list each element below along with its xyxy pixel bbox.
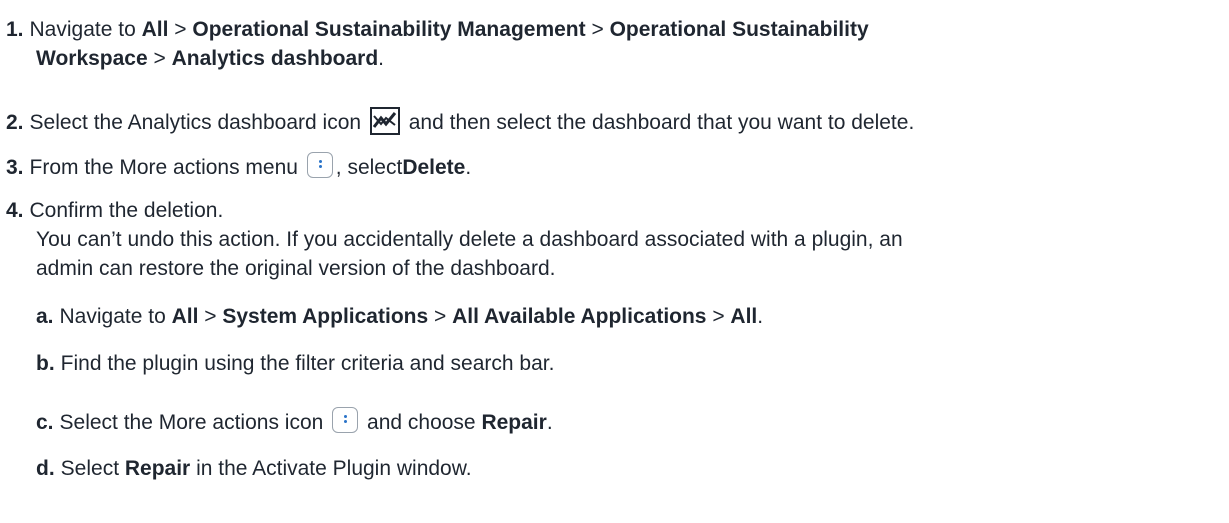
substep-d: d. Select Repair in the Activate Plugin w… <box>36 455 472 483</box>
step-text: Select the Analytics dashboard icon <box>29 111 362 134</box>
separator: > <box>198 305 223 328</box>
substep-letter: c. <box>36 411 54 434</box>
step-text: Find the plugin using the filter criteri… <box>60 352 555 375</box>
path-operational-sustainability-management: Operational Sustainability Management <box>192 18 586 41</box>
step-4: 4. Confirm the deletion. <box>6 197 223 225</box>
substep-c: c. Select the More actions icon and choos… <box>36 407 553 437</box>
step-text: Confirm the deletion. <box>29 199 224 222</box>
path-analytics-dashboard: Analytics dashboard <box>171 47 379 70</box>
more-actions-icon <box>306 152 333 178</box>
substep-letter: b. <box>36 352 55 375</box>
step-text: Select <box>60 457 125 480</box>
substep-b: b. Find the plugin using the filter crite… <box>36 350 554 378</box>
step-text: and then select the dashboard that you w… <box>408 111 915 134</box>
path-all: All <box>730 305 758 328</box>
separator: > <box>706 305 731 328</box>
period: . <box>757 305 764 328</box>
step-text: Navigate to <box>59 305 172 328</box>
period: . <box>465 156 472 179</box>
step-text: Navigate to <box>29 18 142 41</box>
delete-label: Delete <box>402 156 466 179</box>
step-number: 1. <box>6 18 24 41</box>
step-number: 4. <box>6 199 24 222</box>
more-actions-icon <box>332 407 359 433</box>
step-text: , select <box>335 156 403 179</box>
step-text: and choose <box>367 411 482 434</box>
separator: > <box>428 305 453 328</box>
separator: > <box>147 47 172 70</box>
period: . <box>378 47 385 70</box>
note-text: You can’t undo this action. If you accid… <box>36 228 903 251</box>
substep-letter: d. <box>36 457 55 480</box>
step-1: 1. Navigate to All > Operational Sustaina… <box>6 16 869 44</box>
step-4-note-line-1: You can’t undo this action. If you accid… <box>36 226 903 254</box>
repair-label: Repair <box>124 457 191 480</box>
step-number: 2. <box>6 111 24 134</box>
step-text: From the More actions menu <box>29 156 298 179</box>
period: . <box>546 411 553 434</box>
path-all: All <box>141 18 169 41</box>
note-text: admin can restore the original version o… <box>36 257 556 280</box>
step-number: 3. <box>6 156 24 179</box>
path-all-available-applications: All Available Applications <box>452 305 707 328</box>
path-workspace: Workspace <box>36 47 148 70</box>
step-text: Select the More actions icon <box>59 411 324 434</box>
substep-letter: a. <box>36 305 54 328</box>
substep-a: a. Navigate to All > System Applications … <box>36 303 763 331</box>
path-system-applications: System Applications <box>222 305 429 328</box>
step-text: in the Activate Plugin window. <box>190 457 472 480</box>
analytics-dashboard-icon <box>369 107 400 143</box>
separator: > <box>168 18 193 41</box>
instructions-document: 1. Navigate to All > Operational Sustaina… <box>0 0 1229 523</box>
step-4-note-line-2: admin can restore the original version o… <box>36 255 555 283</box>
step-2: 2. Select the Analytics dashboard icon an… <box>6 107 914 143</box>
path-all: All <box>171 305 199 328</box>
step-1-continued: Workspace > Analytics dashboard. <box>36 45 384 73</box>
repair-label: Repair <box>481 411 547 434</box>
separator: > <box>585 18 610 41</box>
path-operational-sustainability: Operational Sustainability <box>609 18 869 41</box>
step-3: 3. From the More actions menu , selectDel… <box>6 152 471 182</box>
